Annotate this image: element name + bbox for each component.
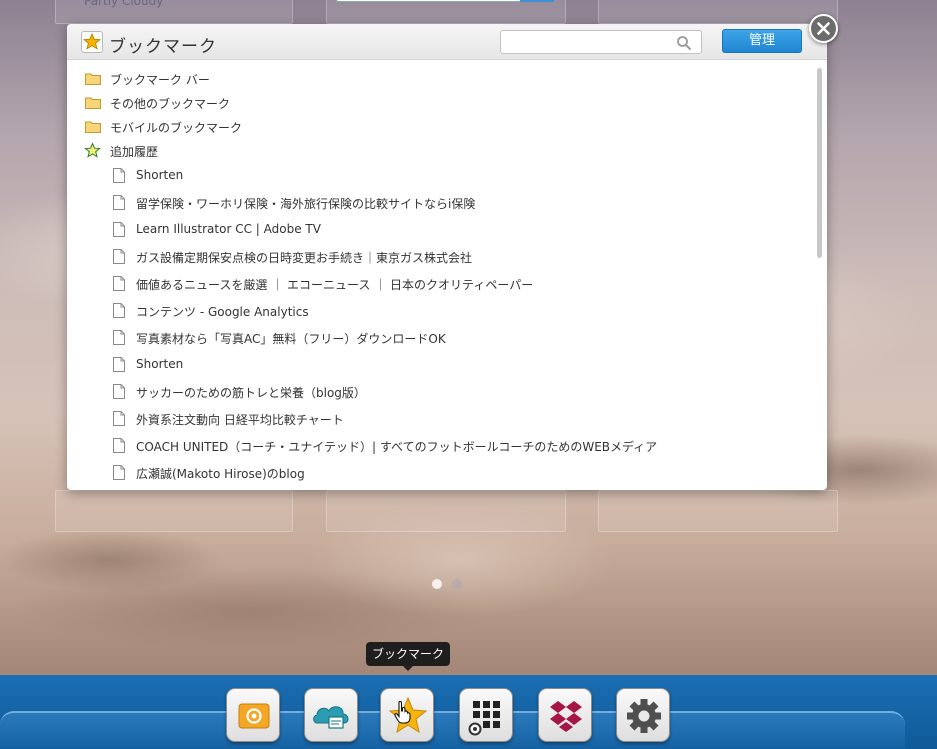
bookmark-title: サッカーのための筋トレと栄養（blog版） xyxy=(136,386,366,400)
bookmark-title: 外資系注文動向 日経平均比較チャート xyxy=(136,413,344,427)
background-tile xyxy=(55,490,293,532)
bookmark-list: ブックマーク バー その他のブックマーク モバイルのブックマーク 追加履歴 Sh… xyxy=(67,62,815,490)
bookmark-item[interactable]: サッカーのための筋トレと栄養（blog版） xyxy=(67,379,815,403)
bookmark-item[interactable]: 外資系注文動向 日経平均比較チャート xyxy=(67,406,815,430)
dock-dropbox-button[interactable] xyxy=(538,688,592,742)
page-icon xyxy=(113,303,125,318)
cloud-icon xyxy=(313,706,349,729)
folder-item[interactable]: その他のブックマーク xyxy=(67,90,815,114)
background-tile xyxy=(598,0,838,24)
panel-title: ブックマーク xyxy=(109,37,217,57)
bookmark-item[interactable]: 写真素材なら「写真AC」無料（フリー）ダウンロードOK xyxy=(67,325,815,349)
page-icon xyxy=(113,438,125,453)
dock-tooltip: ブックマーク xyxy=(366,642,450,666)
bookmark-title: Shorten xyxy=(136,357,184,371)
folder-icon xyxy=(85,73,101,85)
weather-label: Partly Cloudy xyxy=(84,0,164,8)
background-tile xyxy=(326,0,566,24)
search-icon[interactable] xyxy=(676,35,692,51)
page-icon xyxy=(113,222,125,237)
close-icon xyxy=(817,22,830,35)
close-button[interactable] xyxy=(809,14,838,43)
bookmark-title: 写真素材なら「写真AC」無料（フリー）ダウンロードOK xyxy=(136,332,446,346)
bookmark-item[interactable]: ガス設備定期保安点検の日時変更お手続き｜東京ガス株式会社 xyxy=(67,244,815,268)
page-icon xyxy=(113,249,125,264)
folder-icon xyxy=(85,97,101,109)
bookmark-item[interactable]: 留学保険・ワーホリ保険・海外旅行保険の比較サイトならi保険 xyxy=(67,190,815,214)
background-tile xyxy=(326,490,566,532)
page-indicator[interactable] xyxy=(452,579,462,589)
page-icon xyxy=(113,357,125,372)
folder-icon xyxy=(85,121,101,133)
dock-shelf xyxy=(0,711,905,749)
recent-history-folder[interactable]: 追加履歴 xyxy=(67,138,815,162)
dropbox-icon xyxy=(550,701,582,732)
manage-button[interactable]: 管理 xyxy=(722,29,802,53)
page-icon xyxy=(113,465,125,480)
scrollbar-thumb[interactable] xyxy=(817,68,822,258)
page-icon xyxy=(113,276,125,291)
folder-label: 追加履歴 xyxy=(110,145,159,159)
background-search-button xyxy=(520,0,554,2)
mail-icon xyxy=(238,703,270,729)
apps-grid-icon xyxy=(468,701,500,736)
bookmark-title: ガス設備定期保安点検の日時変更お手続き｜東京ガス株式会社 xyxy=(136,251,473,265)
folder-label: その他のブックマーク xyxy=(110,97,231,111)
bookmarks-panel: ブックマーク 管理 ブックマーク バー その他のブックマーク モバイルのブックマ… xyxy=(67,24,827,490)
bookmark-item[interactable]: 価値あるニュースを厳選 ｜ エコーニュース ｜ 日本のクオリティペーパー xyxy=(67,271,815,295)
page-icon xyxy=(113,195,125,210)
hand-cursor-icon xyxy=(394,700,411,724)
bookmark-item[interactable]: COACH UNITED（コーチ・ユナイテッド）| すべてのフットボールコーチの… xyxy=(67,433,815,457)
folder-label: ブックマーク バー xyxy=(110,73,210,87)
bookmark-title: 広瀬誠(Makoto Hirose)のblog xyxy=(136,467,305,481)
bookmark-item[interactable]: Shorten xyxy=(67,352,815,376)
star-icon xyxy=(84,142,101,158)
tooltip-arrow xyxy=(402,665,414,671)
bookmark-title: 価値あるニュースを厳選 ｜ エコーニュース ｜ 日本のクオリティペーパー xyxy=(136,278,534,292)
folder-label: モバイルのブックマーク xyxy=(110,121,243,135)
dock-cloud-button[interactable] xyxy=(304,688,358,742)
gear-icon xyxy=(627,699,661,733)
folder-item[interactable]: モバイルのブックマーク xyxy=(67,114,815,138)
bookmark-title: COACH UNITED（コーチ・ユナイテッド）| すべてのフットボールコーチの… xyxy=(136,440,658,454)
panel-header: ブックマーク 管理 xyxy=(67,24,827,60)
bookmark-item[interactable]: 広瀬誠(Makoto Hirose)のblog xyxy=(67,460,815,484)
folder-item[interactable]: ブックマーク バー xyxy=(67,66,815,90)
dock-settings-button[interactable] xyxy=(616,688,670,742)
page-indicator-active[interactable] xyxy=(432,579,442,589)
bookmark-item[interactable]: Learn Illustrator CC | Adobe TV xyxy=(67,217,815,241)
dock-mail-button[interactable] xyxy=(226,688,280,742)
bookmark-title: コンテンツ - Google Analytics xyxy=(136,305,309,319)
bookmark-item[interactable]: Shorten xyxy=(67,163,815,187)
page-icon xyxy=(113,411,125,426)
bookmark-title: Learn Illustrator CC | Adobe TV xyxy=(136,222,321,236)
bookmark-star-icon xyxy=(81,31,103,53)
page-icon xyxy=(113,168,125,183)
bookmark-item[interactable]: コンテンツ - Google Analytics xyxy=(67,298,815,322)
bookmark-title: Shorten xyxy=(136,168,184,182)
bookmark-search-input[interactable] xyxy=(500,30,702,54)
dock-apps-button[interactable] xyxy=(459,688,513,742)
page-icon xyxy=(113,330,125,345)
bookmark-title: 留学保険・ワーホリ保険・海外旅行保険の比較サイトならi保険 xyxy=(136,197,476,211)
page-icon xyxy=(113,384,125,399)
background-tile xyxy=(598,490,838,532)
